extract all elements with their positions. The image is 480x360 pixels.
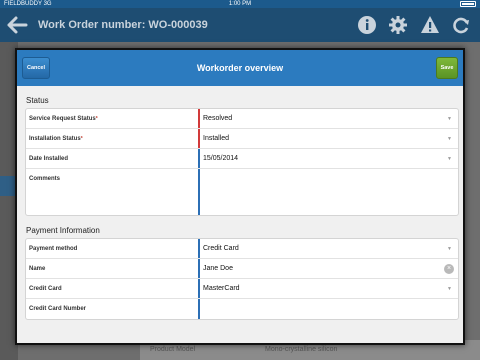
name-row[interactable]: Name Jane Doe × <box>26 259 458 279</box>
chevron-down-icon: ▼ <box>447 286 452 292</box>
installation-status-row[interactable]: Installation Status* Installed ▼ <box>26 129 458 149</box>
payment-group: Payment method Credit Card ▼ Name Jane D… <box>25 238 459 320</box>
payment-section-title: Payment Information <box>26 226 100 235</box>
gear-icon[interactable] <box>388 15 408 35</box>
save-button[interactable]: Save <box>436 57 458 79</box>
credit-card-number-field[interactable] <box>198 299 458 319</box>
work-order-title: Work Order number: WO-000039 <box>38 19 208 31</box>
modal-title: Workorder overview <box>196 63 284 73</box>
chevron-down-icon: ▼ <box>447 116 452 122</box>
credit-card-select[interactable]: MasterCard <box>198 279 458 298</box>
warning-icon[interactable] <box>420 15 440 35</box>
comments-textarea[interactable] <box>198 169 458 215</box>
battery-icon <box>460 1 476 7</box>
field-label: Date Installed <box>29 156 69 162</box>
chevron-down-icon: ▼ <box>447 246 452 252</box>
back-arrow-icon[interactable] <box>6 14 28 36</box>
payment-method-row[interactable]: Payment method Credit Card ▼ <box>26 239 458 259</box>
status-bar: FIELDBUDDY 3G 1:00 PM <box>0 0 480 8</box>
status-group: Service Request Status* Resolved ▼ Insta… <box>25 108 459 216</box>
background-tab <box>0 176 16 196</box>
field-label: Name <box>29 266 46 272</box>
field-label: Payment method <box>29 246 78 252</box>
workorder-overview-modal: Cancel Workorder overview Save Status Se… <box>15 48 465 345</box>
status-section-title: Status <box>26 96 49 105</box>
info-icon[interactable] <box>357 15 377 35</box>
app-header: Work Order number: WO-000039 <box>0 8 480 42</box>
credit-card-row[interactable]: Credit Card MasterCard ▼ <box>26 279 458 299</box>
comments-row[interactable]: Comments <box>26 169 458 215</box>
field-label: Credit Card Number <box>29 306 87 312</box>
clear-icon[interactable]: × <box>444 264 454 274</box>
name-field[interactable]: Jane Doe <box>198 259 458 278</box>
payment-method-select[interactable]: Credit Card <box>198 239 458 258</box>
field-label: Installation Status* <box>29 136 83 142</box>
field-label: Credit Card <box>29 286 62 292</box>
field-label: Comments <box>29 176 61 182</box>
field-label: Service Request Status* <box>29 116 98 122</box>
date-installed-row[interactable]: Date Installed 15/05/2014 ▼ <box>26 149 458 169</box>
refresh-icon[interactable] <box>451 15 471 35</box>
service-request-status-row[interactable]: Service Request Status* Resolved ▼ <box>26 109 458 129</box>
modal-header: Cancel Workorder overview Save <box>17 50 463 86</box>
installation-status-select[interactable]: Installed <box>198 129 458 148</box>
credit-card-number-row[interactable]: Credit Card Number <box>26 299 458 319</box>
chevron-down-icon: ▼ <box>447 136 452 142</box>
clock: 1:00 PM <box>228 1 252 7</box>
service-request-status-select[interactable]: Resolved <box>198 109 458 128</box>
date-installed-select[interactable]: 15/05/2014 <box>198 149 458 168</box>
chevron-down-icon: ▼ <box>447 156 452 162</box>
